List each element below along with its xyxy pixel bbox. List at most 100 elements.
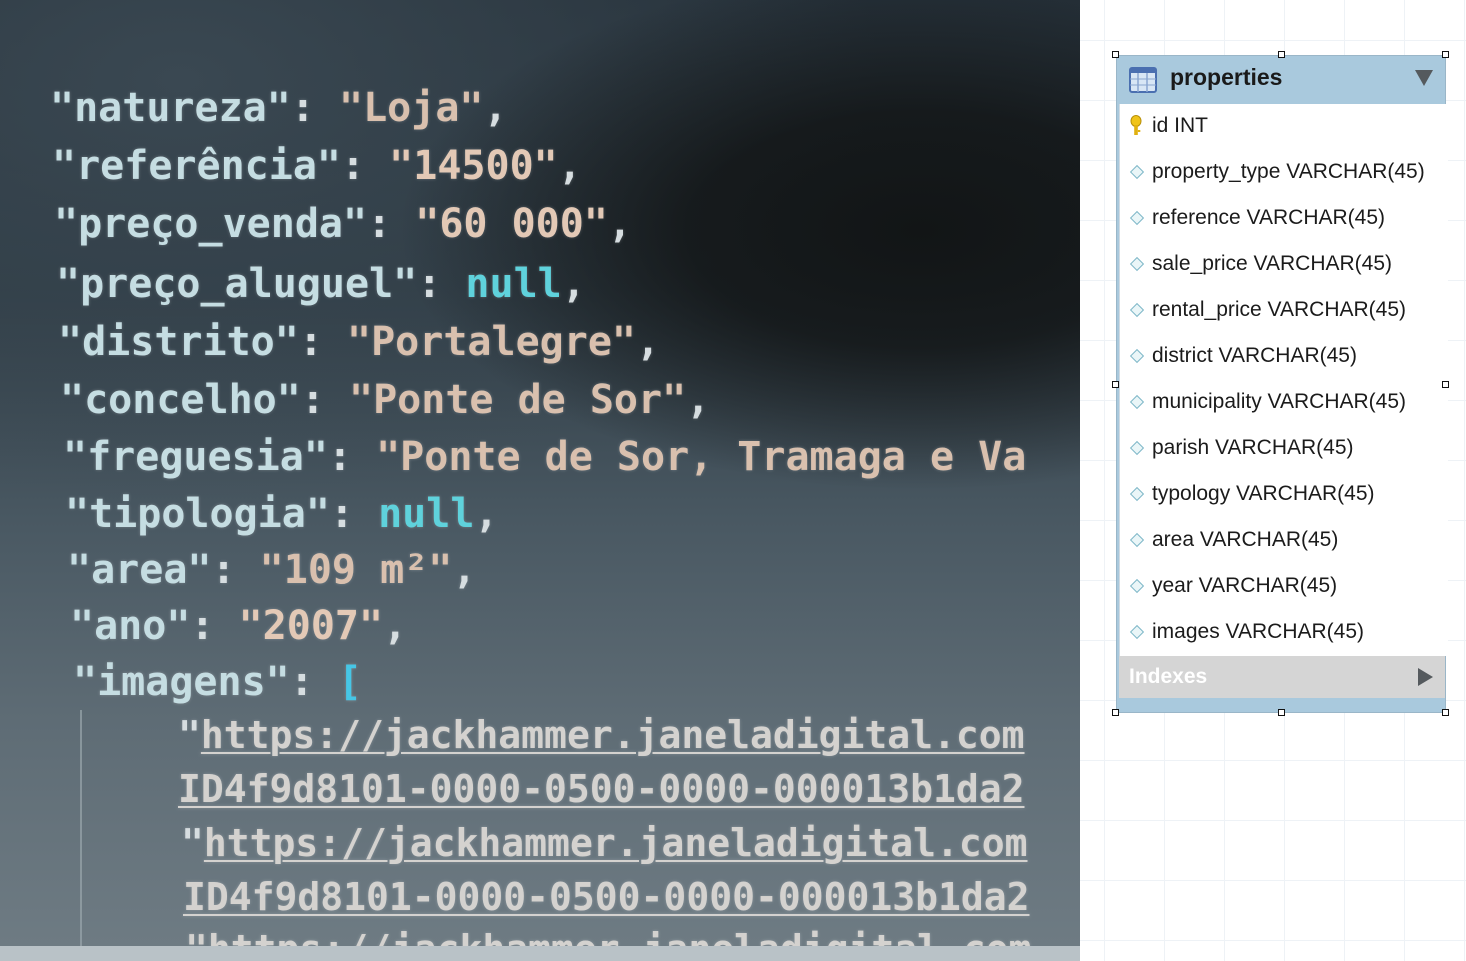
column-diamond-icon <box>1129 164 1145 180</box>
entity-column-row[interactable]: rental_price VARCHAR(45) <box>1120 288 1446 334</box>
entity-table-properties[interactable]: properties id INT property_type VARCHAR(4… <box>1116 55 1448 713</box>
json-token-nul: null <box>378 491 475 537</box>
column-diamond-icon <box>1129 302 1145 318</box>
json-token-num: "14500" <box>389 143 558 189</box>
json-token-pun: : <box>300 377 349 423</box>
entity-columns-list: id INT property_type VARCHAR(45) reference… <box>1119 104 1448 656</box>
entity-column-row[interactable]: typology VARCHAR(45) <box>1120 472 1446 518</box>
json-token-num: "2007" <box>238 603 384 649</box>
json-token-url: ID4f9d8101-0000-0500-0000-000013b1da2 <box>178 767 1025 811</box>
resize-handle-middle-left[interactable] <box>1112 381 1119 388</box>
indexes-section[interactable]: Indexes <box>1119 656 1445 698</box>
entity-column-label: parish VARCHAR(45) <box>1152 436 1354 459</box>
json-line: ID4f9d8101-0000-0500-0000-000013b1da2 <box>178 770 1024 808</box>
json-token-pun: , <box>557 143 582 189</box>
json-token-key: "area" <box>67 547 212 593</box>
json-line: "preço_venda": "60 000", <box>54 204 632 244</box>
json-line: "freguesia": "Ponte de Sor, Tramaga e Va <box>63 437 1026 477</box>
json-token-str: "109 m²" <box>259 547 453 593</box>
json-token-key: "natureza" <box>50 85 291 131</box>
entity-column-label: year VARCHAR(45) <box>1152 574 1338 597</box>
json-line: ID4f9d8101-0000-0500-0000-000013b1da2 <box>183 878 1029 916</box>
json-token-key: "referência" <box>52 143 341 189</box>
json-token-brk: [ <box>337 659 363 705</box>
entity-title: properties <box>1170 64 1283 90</box>
column-diamond-icon <box>1129 532 1145 548</box>
json-token-pun: , <box>561 261 586 307</box>
column-diamond-icon <box>1129 210 1145 226</box>
entity-column-label: reference VARCHAR(45) <box>1152 206 1386 229</box>
json-token-pun: : <box>289 659 338 705</box>
column-diamond-icon <box>1129 486 1145 502</box>
entity-header[interactable]: properties <box>1117 56 1445 104</box>
json-token-pun: : <box>290 85 339 131</box>
resize-handle-top-center[interactable] <box>1278 51 1285 58</box>
json-token-pun: : <box>340 143 390 189</box>
json-token-pun: : <box>367 201 416 247</box>
json-token-str: "Ponte de Sor" <box>349 377 687 423</box>
json-token-pun: , <box>686 377 711 423</box>
json-token-key: "preço_aluguel" <box>56 261 418 307</box>
json-line: "tipologia": null, <box>65 494 499 534</box>
entity-column-label: id INT <box>1152 114 1209 137</box>
json-token-pun: : <box>329 491 379 537</box>
entity-column-label: images VARCHAR(45) <box>1152 620 1364 643</box>
json-token-str: "Loja" <box>339 85 484 131</box>
json-token-key: "imagens" <box>73 659 290 705</box>
entity-column-row[interactable]: property_type VARCHAR(45) <box>1120 150 1446 196</box>
collapse-triangle-icon[interactable] <box>1415 70 1433 86</box>
json-token-pun: " <box>178 713 201 757</box>
column-diamond-icon <box>1129 440 1145 456</box>
entity-column-label: municipality VARCHAR(45) <box>1152 390 1407 413</box>
json-token-url: https://jackhammer.janeladigital.com <box>203 821 1028 865</box>
json-token-key: "concelho" <box>60 377 301 423</box>
entity-column-row[interactable]: parish VARCHAR(45) <box>1120 426 1446 472</box>
entity-column-row[interactable]: reference VARCHAR(45) <box>1120 196 1446 242</box>
json-token-str: "Ponte de Sor, Tramaga e Va <box>376 434 1027 480</box>
expand-triangle-icon[interactable] <box>1418 668 1433 686</box>
json-token-key: "freguesia" <box>63 434 328 480</box>
json-token-key: "ano" <box>70 603 191 649</box>
resize-handle-bottom-left[interactable] <box>1112 709 1119 716</box>
resize-handle-top-right[interactable] <box>1442 51 1449 58</box>
column-diamond-icon <box>1129 578 1145 594</box>
entity-column-row[interactable]: sale_price VARCHAR(45) <box>1120 242 1446 288</box>
entity-column-label: rental_price VARCHAR(45) <box>1152 298 1407 321</box>
primary-key-icon <box>1130 115 1142 135</box>
json-token-pun: : <box>190 603 239 649</box>
json-token-key: "tipologia" <box>65 491 330 537</box>
json-token-pun: : <box>298 319 347 365</box>
entity-column-label: district VARCHAR(45) <box>1152 344 1357 367</box>
json-token-pun: , <box>607 201 632 247</box>
column-diamond-icon <box>1129 348 1145 364</box>
entity-column-row[interactable]: images VARCHAR(45) <box>1120 610 1446 656</box>
json-token-pun: , <box>474 491 499 537</box>
json-token-str: "Portalegre" <box>347 319 636 365</box>
json-code-photo: "natureza": "Loja", "referência": "14500"… <box>0 0 1080 961</box>
entity-column-row[interactable]: id INT <box>1120 104 1446 150</box>
resize-handle-bottom-center[interactable] <box>1278 709 1285 716</box>
indent-guide <box>80 710 82 950</box>
json-token-pun: , <box>383 603 408 649</box>
resize-handle-top-left[interactable] <box>1112 51 1119 58</box>
json-line: "https://jackhammer.janeladigital.com <box>178 716 1025 754</box>
column-diamond-icon <box>1129 624 1145 640</box>
json-token-key: "distrito" <box>58 319 299 365</box>
json-line: "imagens": [ <box>73 662 362 702</box>
entity-column-row[interactable]: area VARCHAR(45) <box>1120 518 1446 564</box>
entity-column-row[interactable]: year VARCHAR(45) <box>1120 564 1446 610</box>
json-line: "ano": "2007", <box>70 606 407 646</box>
json-token-key: "preço_venda" <box>54 201 368 247</box>
column-diamond-icon <box>1129 256 1145 272</box>
entity-column-row[interactable]: district VARCHAR(45) <box>1120 334 1446 380</box>
json-token-pun: : <box>327 434 377 480</box>
resize-handle-bottom-right[interactable] <box>1442 709 1449 716</box>
monitor-bezel <box>0 946 1080 961</box>
json-token-pun: : <box>417 261 466 307</box>
indexes-label: Indexes <box>1129 665 1208 688</box>
entity-column-row[interactable]: municipality VARCHAR(45) <box>1120 380 1446 426</box>
entity-column-label: typology VARCHAR(45) <box>1152 482 1375 505</box>
json-token-nul: null <box>465 261 562 307</box>
json-token-url: ID4f9d8101-0000-0500-0000-000013b1da2 <box>183 875 1030 919</box>
resize-handle-middle-right[interactable] <box>1442 381 1449 388</box>
